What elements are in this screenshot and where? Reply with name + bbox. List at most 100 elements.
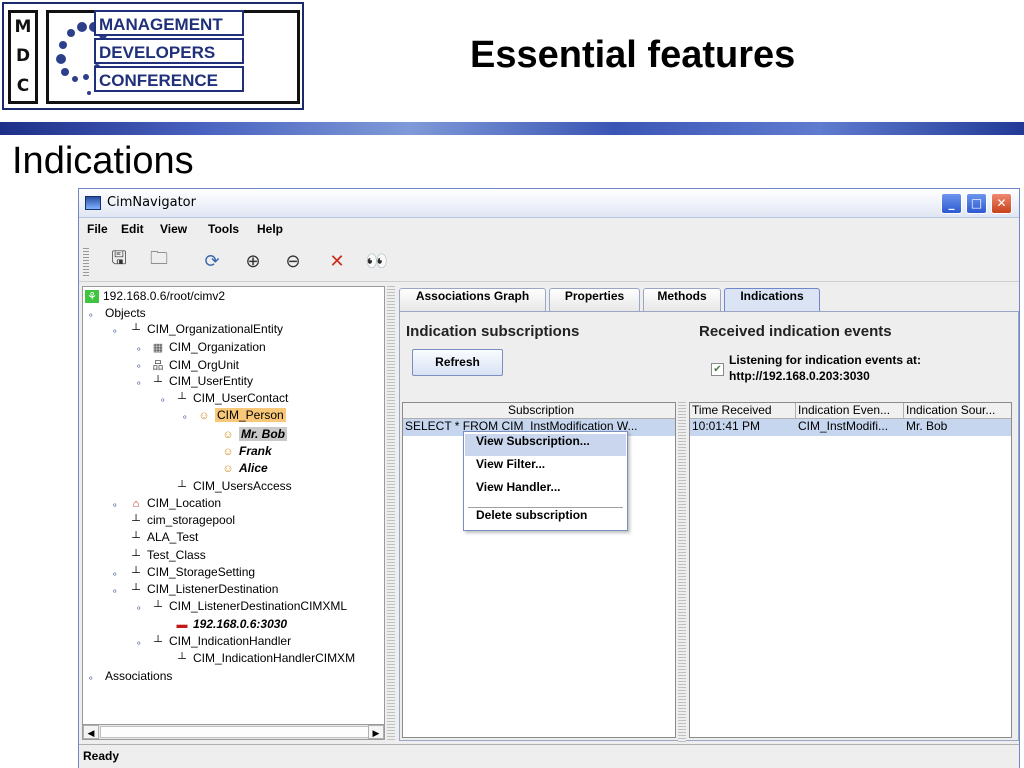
expand-handle[interactable]: ⚬ — [135, 362, 143, 371]
logo-letter: C — [16, 75, 30, 96]
scroll-right-arrow-icon[interactable]: ▶ — [368, 725, 384, 739]
column-indication-source[interactable]: Indication Sour... — [904, 403, 1011, 419]
expand-handle[interactable]: ⚬ — [87, 311, 95, 320]
expand-handle[interactable]: ⚬ — [111, 501, 119, 510]
logo-line: MANAGEMENT — [94, 10, 244, 36]
class-icon: ┴ — [132, 515, 140, 527]
table-splitter[interactable] — [678, 402, 686, 742]
network-icon[interactable]: ✕ — [323, 248, 351, 274]
tree-node-associations[interactable]: Associations — [105, 669, 172, 685]
expand-handle[interactable]: ⚬ — [111, 570, 119, 579]
column-indication-event[interactable]: Indication Even... — [796, 403, 904, 419]
tab-associations-graph[interactable]: Associations Graph — [399, 288, 546, 312]
window-titlebar[interactable]: CimNavigator _ □ ✕ — [79, 189, 1019, 218]
binoculars-icon[interactable]: 👀 — [363, 248, 391, 274]
expand-handle[interactable]: ⚬ — [135, 604, 143, 613]
tree-node-instance[interactable]: ☺ Mr. Bob — [221, 427, 287, 443]
scroll-thumb[interactable] — [100, 726, 370, 738]
scroll-left-arrow-icon[interactable]: ◀ — [83, 725, 99, 739]
organization-icon: ▦ — [152, 342, 164, 354]
expand-handle[interactable]: ⚬ — [111, 587, 119, 596]
maximize-button[interactable]: □ — [966, 193, 987, 214]
app-icon — [85, 196, 101, 210]
logo-letter-strip: M D C — [8, 10, 38, 104]
table-header: Time Received Indication Even... Indicat… — [690, 403, 1011, 419]
tree-node-class[interactable]: ┴ CIM_UsersAccess — [175, 479, 292, 495]
object-tree[interactable]: ⚘ 192.168.0.6/root/cimv2 ⚬ Objects ⚬ ┴ CIM… — [82, 286, 385, 740]
menu-view-handler[interactable]: View Handler... — [465, 480, 626, 502]
class-icon: ┴ — [154, 636, 162, 648]
zoom-in-icon[interactable]: ⊕ — [239, 248, 267, 274]
expand-handle[interactable]: ⚬ — [135, 345, 143, 354]
tree-horizontal-scrollbar[interactable]: ◀ ▶ — [82, 724, 385, 740]
tree-node-class[interactable]: ┴ cim_storagepool — [129, 513, 235, 529]
tree-node-class[interactable]: ┴ ALA_Test — [129, 530, 198, 546]
tree-node-class[interactable]: ┴ CIM_UserContact — [175, 391, 288, 407]
tree-node-class[interactable]: ┴ CIM_ListenerDestination — [129, 582, 278, 598]
class-icon: ┴ — [132, 532, 140, 544]
class-icon: ┴ — [154, 601, 162, 613]
time-cell: 10:01:41 PM — [692, 419, 761, 433]
class-icon: ┴ — [132, 584, 140, 596]
source-cell: Mr. Bob — [906, 419, 948, 433]
save-icon[interactable]: 🖫 — [105, 248, 133, 274]
tree-node-objects[interactable]: Objects — [105, 306, 146, 322]
menu-view-subscription[interactable]: View Subscription... — [465, 434, 626, 456]
expand-handle[interactable]: ⚬ — [135, 379, 143, 388]
expand-handle[interactable]: ⚬ — [135, 639, 143, 648]
person-icon: ☺ — [222, 429, 234, 441]
class-icon: ┴ — [178, 481, 186, 493]
expand-handle[interactable]: ⚬ — [159, 396, 167, 405]
tree-node-class[interactable]: ▦ CIM_Organization — [151, 340, 266, 356]
tree-node-class[interactable]: ┴ CIM_ListenerDestinationCIMXML — [151, 599, 347, 615]
expand-handle[interactable]: ⚬ — [111, 327, 119, 336]
conference-logo: M D C MANAGEMENT DEVELOPERS CONFERENCE — [2, 2, 304, 110]
menu-view-filter[interactable]: View Filter... — [465, 457, 626, 479]
expand-handle[interactable]: ⚬ — [181, 413, 189, 422]
logo-letter: D — [15, 46, 31, 67]
tab-methods[interactable]: Methods — [643, 288, 721, 312]
listening-line: Listening for indication events at: — [729, 353, 922, 367]
menu-edit[interactable]: Edit — [121, 222, 144, 236]
tree-node-namespace[interactable]: ⚘ 192.168.0.6/root/cimv2 — [85, 289, 225, 305]
menu-help[interactable]: Help — [257, 222, 283, 236]
tree-node-class-selected[interactable]: ☺ CIM_Person — [197, 408, 286, 424]
zoom-out-icon[interactable]: ⊖ — [279, 248, 307, 274]
listening-checkbox[interactable]: ✔ — [711, 363, 724, 376]
events-table[interactable]: Time Received Indication Even... Indicat… — [689, 402, 1012, 738]
class-icon: ┴ — [132, 550, 140, 562]
open-folder-icon[interactable]: 🗀 — [145, 248, 173, 274]
logo-letter: M — [14, 17, 32, 38]
table-row[interactable]: 10:01:41 PM CIM_InstModifi... Mr. Bob — [690, 419, 1011, 436]
tree-node-class[interactable]: ⌂ CIM_Location — [129, 496, 221, 512]
tab-indications[interactable]: Indications — [724, 288, 820, 313]
close-button[interactable]: ✕ — [991, 193, 1012, 214]
pane-splitter[interactable] — [387, 286, 395, 740]
decorative-band — [0, 122, 1024, 135]
column-subscription[interactable]: Subscription — [403, 403, 675, 419]
tree-node-class[interactable]: ┴ CIM_IndicationHandlerCIMXM — [175, 651, 355, 667]
refresh-icon[interactable]: ⟳ — [198, 248, 226, 274]
tree-node-instance[interactable]: ☺ Frank — [221, 444, 271, 460]
tree-node-instance[interactable]: ▬ 192.168.0.6:3030 — [175, 617, 288, 633]
menu-file[interactable]: File — [87, 222, 108, 236]
column-time-received[interactable]: Time Received — [690, 403, 796, 419]
menu-view[interactable]: View — [160, 222, 187, 236]
table-header: Subscription — [403, 403, 675, 419]
tree-node-class[interactable]: 品 CIM_OrgUnit — [151, 357, 240, 373]
tree-node-instance[interactable]: ☺ Alice — [221, 461, 267, 477]
minimize-button[interactable]: _ — [941, 193, 962, 214]
tree-node-class[interactable]: ┴ CIM_UserEntity — [151, 374, 253, 390]
menu-tools[interactable]: Tools — [208, 222, 239, 236]
event-cell: CIM_InstModifi... — [798, 419, 889, 433]
class-icon: ┴ — [178, 653, 186, 665]
tab-properties[interactable]: Properties — [549, 288, 640, 312]
tree-node-class[interactable]: ┴ CIM_OrganizationalEntity — [129, 322, 283, 338]
tree-node-class[interactable]: ┴ CIM_IndicationHandler — [151, 634, 291, 650]
expand-handle[interactable]: ⚬ — [87, 674, 95, 683]
toolbar-grip[interactable] — [83, 246, 89, 276]
refresh-button[interactable]: Refresh — [412, 349, 503, 376]
tree-node-class[interactable]: ┴ CIM_StorageSetting — [129, 565, 255, 581]
menu-delete-subscription[interactable]: Delete subscription — [465, 508, 626, 530]
tree-node-class[interactable]: ┴ Test_Class — [129, 548, 206, 564]
